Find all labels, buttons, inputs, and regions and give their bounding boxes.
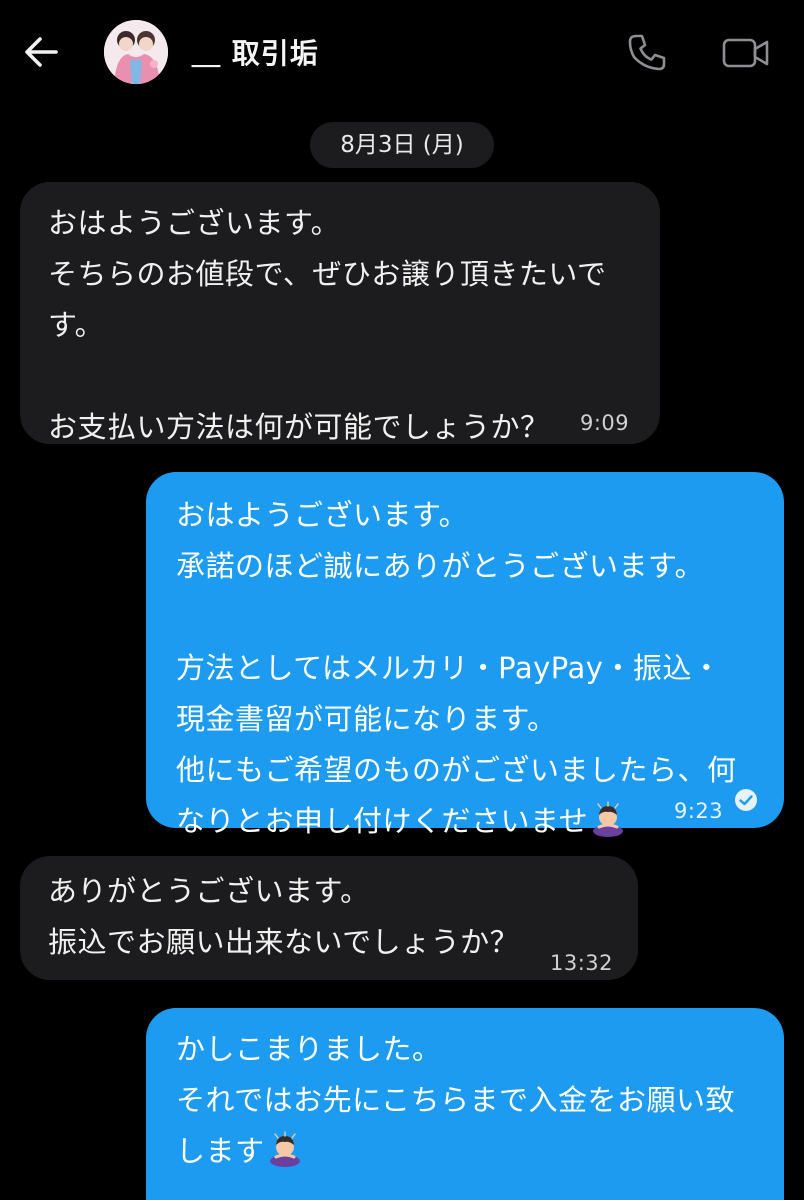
message-text: おはようございます。 そちらのお値段で、ぜひお譲り頂きたいで す。 お支払い方法… <box>48 206 607 444</box>
message-incoming[interactable]: おはようございます。 そちらのお値段で、ぜひお譲り頂きたいで す。 お支払い方法… <box>20 182 660 444</box>
message-timestamp: 9:09 <box>580 411 630 435</box>
message-text: かしこまりました。 それではお先にこちらまで入金をお願い致 します <box>176 1032 736 1168</box>
video-camera-icon <box>722 38 769 68</box>
avatar[interactable] <box>104 20 168 84</box>
message-incoming[interactable]: ありがとうございます。 振込でお願い出来ないでしょうか？ 13:32 <box>20 856 638 980</box>
date-separator: 8月3日 (月) <box>310 122 494 168</box>
message-text: おはようございます。 承諾のほど誠にありがとうございます。 方法としてはメルカリ… <box>176 498 737 838</box>
person-bowing-emoji-icon <box>269 1131 300 1167</box>
message-outgoing[interactable]: かしこまりました。 それではお先にこちらまで入金をお願い致 します <box>146 1008 784 1200</box>
back-arrow-icon <box>25 37 58 67</box>
call-button[interactable] <box>624 30 670 76</box>
chat-screen: ＿ 取引垢 8月3日 (月) おはようございます。 そちらのお値段で、ぜひお譲り… <box>0 0 804 1200</box>
person-bowing-emoji-icon <box>593 801 624 837</box>
message-timestamp: 13:32 <box>550 951 614 975</box>
message-text-block: かしこまりました。 それではお先にこちらまで入金をお願い致 します <box>176 1024 776 1177</box>
message-timestamp: 9:23 <box>674 799 724 823</box>
chat-header: ＿ 取引垢 <box>0 0 804 104</box>
video-call-button[interactable] <box>720 30 772 76</box>
avatar-image <box>104 20 168 84</box>
phone-icon <box>628 34 666 71</box>
back-button[interactable] <box>20 30 64 74</box>
message-outgoing[interactable]: おはようございます。 承諾のほど誠にありがとうございます。 方法としてはメルカリ… <box>146 472 784 838</box>
message-text: ありがとうございます。 振込でお願い出来ないでしょうか？ <box>48 874 520 959</box>
contact-name[interactable]: ＿ 取引垢 <box>192 32 319 72</box>
read-receipt-check-icon <box>735 789 757 811</box>
